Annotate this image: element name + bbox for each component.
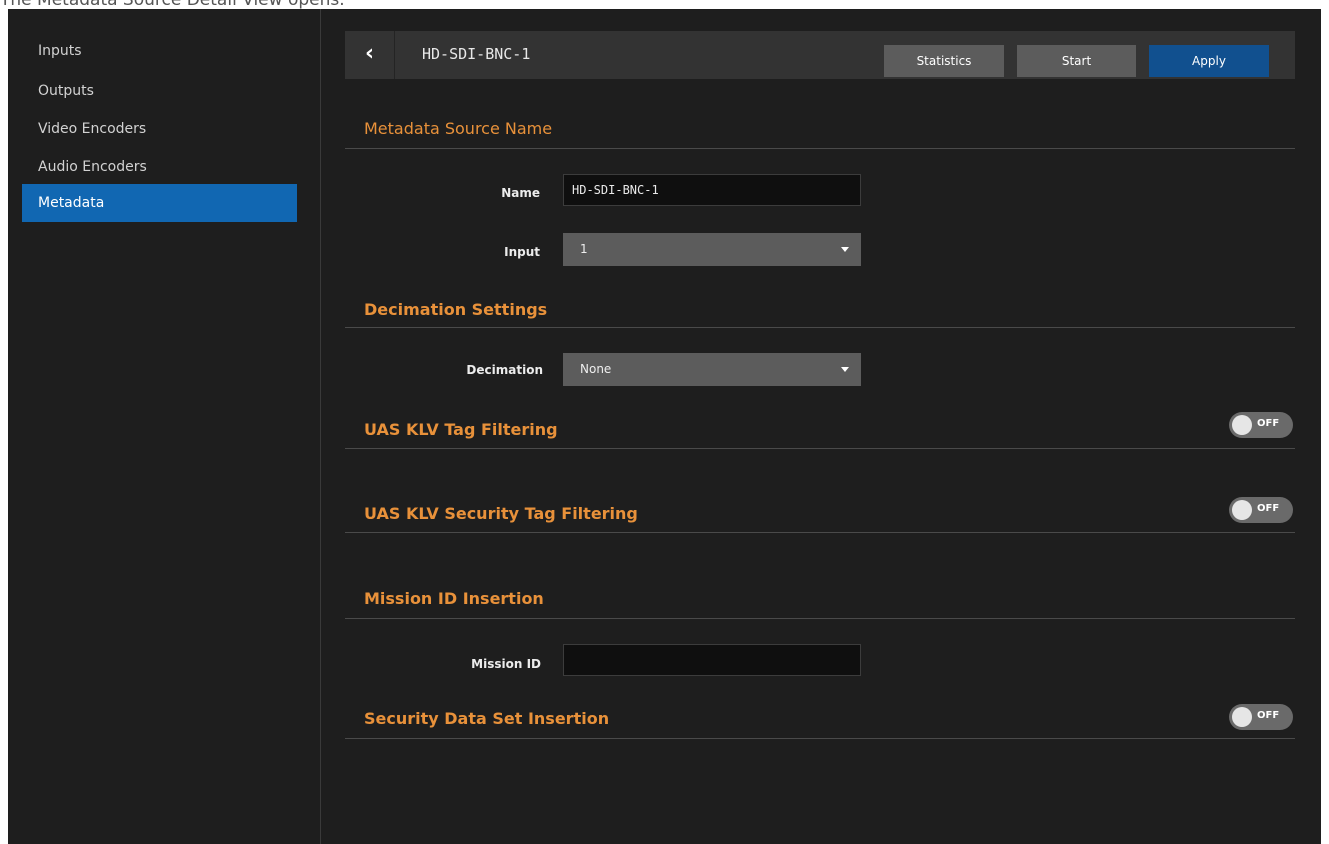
section-title-security-data-set: Security Data Set Insertion	[364, 709, 610, 728]
sidebar-item-label: Video Encoders	[38, 121, 147, 137]
divider	[345, 618, 1295, 619]
sidebar-item-video-encoders[interactable]: Video Encoders	[22, 110, 297, 148]
toggle-state-label: OFF	[1257, 418, 1280, 429]
toggle-state-label: OFF	[1257, 503, 1280, 514]
input-select[interactable]: 1	[563, 233, 861, 266]
toggle-knob	[1232, 707, 1252, 727]
tag-filtering-toggle[interactable]: OFF	[1229, 412, 1293, 438]
apply-button[interactable]: Apply	[1149, 45, 1269, 77]
decimation-select-value: None	[580, 362, 612, 376]
toggle-knob	[1232, 500, 1252, 520]
back-button[interactable]: ‹	[345, 31, 395, 79]
section-title-decimation: Decimation Settings	[364, 300, 548, 319]
sidebar-item-metadata[interactable]: Metadata	[22, 184, 297, 222]
section-title-source-name: Metadata Source Name	[364, 119, 553, 138]
page-title: HD-SDI-BNC-1	[422, 45, 531, 63]
caret-down-icon	[841, 367, 849, 372]
security-tag-filtering-toggle[interactable]: OFF	[1229, 497, 1293, 523]
section-title-tag-filtering: UAS KLV Tag Filtering	[364, 420, 558, 439]
divider	[345, 532, 1295, 533]
divider	[345, 148, 1295, 149]
start-button[interactable]: Start	[1017, 45, 1136, 77]
input-select-value: 1	[580, 242, 588, 256]
security-data-set-toggle[interactable]: OFF	[1229, 704, 1293, 730]
section-title-mission-id: Mission ID Insertion	[364, 589, 544, 608]
section-title-security-tag-filtering: UAS KLV Security Tag Filtering	[364, 504, 638, 523]
sidebar-item-outputs[interactable]: Outputs	[22, 72, 297, 110]
sidebar: Inputs Outputs Video Encoders Audio Enco…	[8, 9, 321, 844]
main-panel: ‹ HD-SDI-BNC-1 Statistics Start Apply Me…	[345, 9, 1295, 844]
divider	[345, 448, 1295, 449]
app-window: Inputs Outputs Video Encoders Audio Enco…	[8, 9, 1321, 844]
divider	[345, 738, 1295, 739]
mission-id-input[interactable]	[563, 644, 861, 676]
decimation-label: Decimation	[466, 363, 543, 377]
sidebar-item-label: Audio Encoders	[38, 159, 147, 175]
chevron-left-icon: ‹	[364, 41, 375, 66]
decimation-select[interactable]: None	[563, 353, 861, 386]
toggle-state-label: OFF	[1257, 710, 1280, 721]
name-label: Name	[501, 186, 540, 200]
name-input[interactable]	[563, 174, 861, 206]
caret-down-icon	[841, 247, 849, 252]
statistics-button[interactable]: Statistics	[884, 45, 1004, 77]
divider	[345, 327, 1295, 328]
sidebar-item-label: Inputs	[38, 43, 82, 59]
sidebar-item-inputs[interactable]: Inputs	[22, 32, 297, 70]
sidebar-item-audio-encoders[interactable]: Audio Encoders	[22, 148, 297, 186]
toggle-knob	[1232, 415, 1252, 435]
detail-header: ‹ HD-SDI-BNC-1 Statistics Start Apply	[345, 31, 1295, 79]
mission-id-label: Mission ID	[471, 657, 541, 671]
input-label: Input	[504, 245, 540, 259]
sidebar-item-label: Outputs	[38, 83, 94, 99]
sidebar-item-label: Metadata	[38, 195, 105, 211]
page-caption: The Metadata Source Detail View opens.	[0, 0, 1329, 9]
